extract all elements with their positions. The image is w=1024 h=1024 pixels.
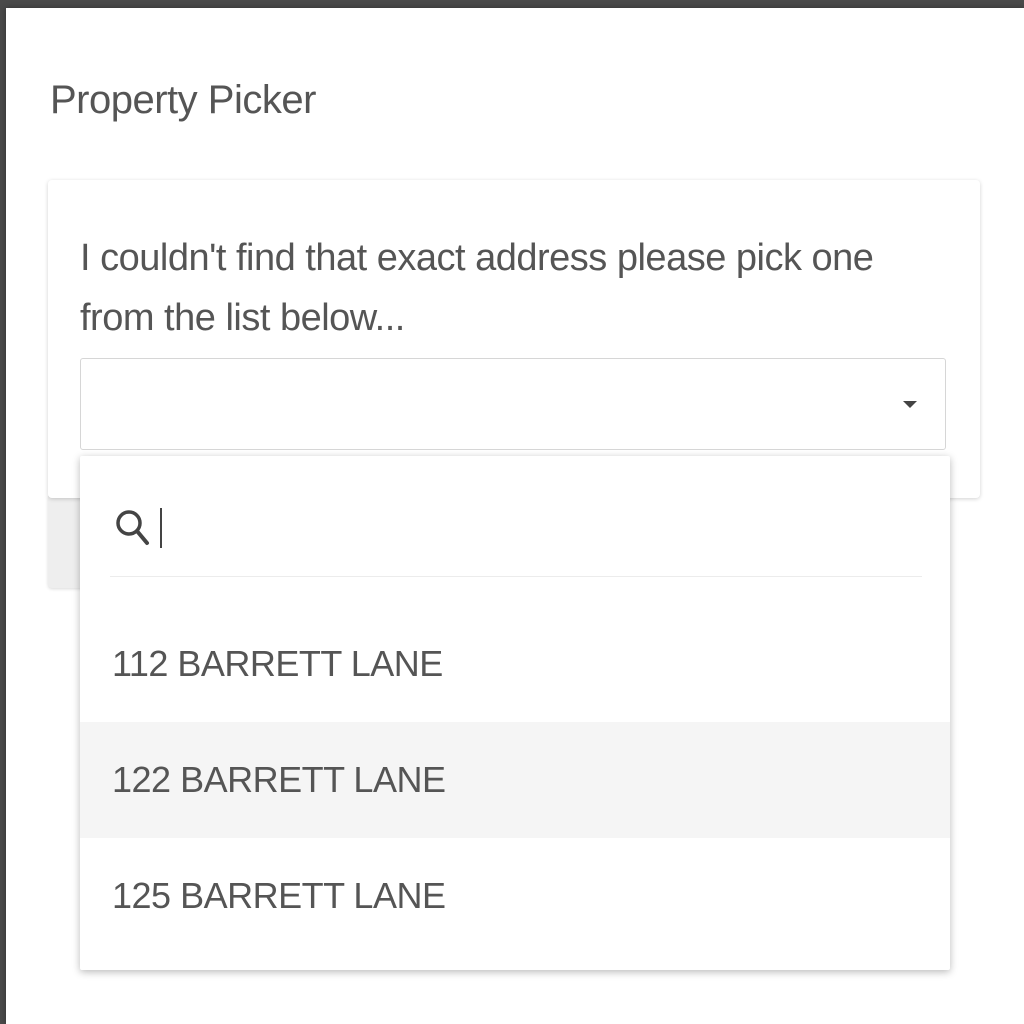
option-label: 122 BARRETT LANE bbox=[112, 759, 446, 800]
address-select[interactable] bbox=[80, 358, 946, 450]
address-card: I couldn't find that exact address pleas… bbox=[48, 180, 980, 498]
address-option-112[interactable]: 112 BARRETT LANE bbox=[80, 606, 950, 722]
hidden-action-button[interactable] bbox=[48, 496, 84, 588]
address-option-125[interactable]: 125 BARRETT LANE bbox=[80, 838, 950, 954]
option-label: 112 BARRETT LANE bbox=[112, 643, 443, 684]
property-picker-dialog: Property Picker I couldn't find that exa… bbox=[6, 8, 1024, 1024]
dropdown-search-row bbox=[110, 496, 922, 577]
caret-down-icon bbox=[903, 401, 917, 408]
address-not-found-message: I couldn't find that exact address pleas… bbox=[80, 237, 874, 339]
option-label: 125 BARRETT LANE bbox=[112, 875, 446, 916]
search-icon bbox=[116, 510, 149, 545]
dialog-title: Property Picker bbox=[50, 78, 316, 122]
address-option-122[interactable]: 122 BARRETT LANE bbox=[80, 722, 950, 838]
dropdown-search-input[interactable] bbox=[160, 504, 900, 550]
address-dropdown: 112 BARRETT LANE 122 BARRETT LANE 125 BA… bbox=[80, 456, 950, 970]
text-cursor bbox=[160, 508, 162, 548]
